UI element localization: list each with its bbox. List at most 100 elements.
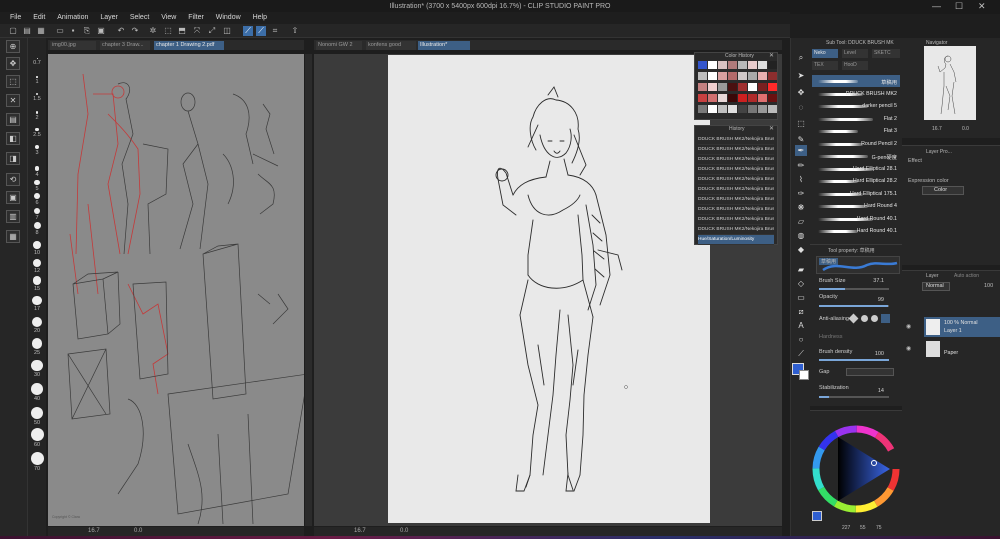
opacity-slider[interactable] <box>819 305 889 307</box>
selection-icon[interactable]: ⬚ <box>6 75 20 88</box>
brush-size-dot-5[interactable] <box>35 145 39 149</box>
move-icon[interactable]: ✥ <box>6 57 20 70</box>
menu-filter[interactable]: Filter <box>188 14 204 21</box>
opacity-value[interactable]: 99 <box>878 297 884 303</box>
history-item[interactable]: DDUCK BRUSH MK2/Nekojira Brush Se... <box>698 185 774 195</box>
color-value-v[interactable]: 75 <box>876 525 882 531</box>
brush-size-dot-4[interactable] <box>35 127 39 131</box>
tab-main-1[interactable]: Nonomi GW 2 <box>316 41 362 50</box>
layer-opacity-value[interactable]: 100 <box>984 283 993 289</box>
wheel-main-color[interactable] <box>812 511 822 521</box>
history-item[interactable]: DDUCK BRUSH MK2/Nekojira Brush Se... <box>698 225 774 235</box>
color-swatch[interactable] <box>728 94 737 102</box>
history-item[interactable]: DDUCK BRUSH MK2/Nekojira Brush Se... <box>698 195 774 205</box>
layer-row-layer1[interactable]: 100 % Normal Layer 1 <box>924 317 1000 337</box>
brush-size-18[interactable]: 40 <box>28 396 46 402</box>
frame-icon[interactable]: ▣ <box>6 191 20 204</box>
brush-size-12[interactable]: 12 <box>28 268 46 274</box>
brush-size-dot-17[interactable] <box>31 359 43 371</box>
stabilization-slider[interactable] <box>819 396 889 398</box>
brush-tool-icon[interactable]: ⌇ <box>795 174 807 185</box>
layer-row-paper[interactable]: Paper <box>924 339 1000 359</box>
new-icon[interactable]: ▢ <box>8 26 18 36</box>
color-swatch[interactable] <box>768 94 777 102</box>
redo-icon[interactable]: ↷ <box>130 26 140 36</box>
brush-size-dot-0[interactable] <box>36 58 38 59</box>
brush-density-slider[interactable] <box>819 359 889 361</box>
color-swatch[interactable] <box>718 72 727 80</box>
color-swatch[interactable] <box>738 105 747 113</box>
reference-canvas[interactable]: Copyright © Clara <box>48 54 304 526</box>
color-swatch[interactable] <box>728 61 737 69</box>
brush-size-2[interactable]: 1.5 <box>28 96 46 102</box>
invert-selection-icon[interactable]: ⬒ <box>177 26 187 36</box>
brush-size-dot-9[interactable] <box>33 207 41 214</box>
brush-item[interactable]: Hard Elliptical 175.1 <box>812 188 900 200</box>
color-swatch[interactable] <box>728 72 737 80</box>
color-swatch[interactable] <box>768 83 777 91</box>
snap-special-ruler-icon[interactable]: ⟋ <box>256 26 266 36</box>
brush-size-0[interactable]: 0.7 <box>28 60 46 66</box>
color-icon[interactable]: ◨ <box>6 152 20 165</box>
color-swatch[interactable] <box>728 83 737 91</box>
color-value-s[interactable]: 55 <box>860 525 866 531</box>
subtool-group-hood[interactable]: HooD <box>842 61 868 70</box>
palette-icon[interactable]: ▦ <box>6 230 20 243</box>
menu-help[interactable]: Help <box>253 14 267 21</box>
brush-size-4[interactable]: 2.5 <box>28 132 46 138</box>
brush-size-6[interactable]: 4 <box>28 172 46 178</box>
frame-tool-icon[interactable]: ▭ <box>795 292 807 303</box>
color-swatch[interactable] <box>738 61 747 69</box>
brush-size-17[interactable]: 30 <box>28 372 46 378</box>
color-swatch[interactable] <box>748 72 757 80</box>
operation-tool-icon[interactable]: ➤ <box>795 70 807 81</box>
color-swatch[interactable] <box>718 94 727 102</box>
color-swatch[interactable] <box>698 72 707 80</box>
subtool-group-tex[interactable]: TEX <box>812 61 838 70</box>
history-close-icon[interactable]: ✕ <box>769 125 774 132</box>
sub-color-swatch[interactable] <box>799 370 809 380</box>
brush-size-dot-13[interactable] <box>32 276 42 285</box>
zoom-tool-icon[interactable]: ⌕ <box>795 52 807 63</box>
menu-file[interactable]: File <box>10 14 21 21</box>
brush-size-dot-1[interactable] <box>36 76 38 78</box>
color-history-close-icon[interactable]: ✕ <box>769 52 774 59</box>
move-layer-tool-icon[interactable]: ✥ <box>795 87 807 98</box>
color-swatch[interactable] <box>748 94 757 102</box>
clear-icon[interactable]: ▭ <box>55 26 65 36</box>
color-swatch[interactable] <box>718 105 727 113</box>
transform-icon[interactable]: ⤧ <box>192 26 202 36</box>
decoration-tool-icon[interactable]: ❋ <box>795 202 807 213</box>
brush-size-dot-2[interactable] <box>35 92 39 95</box>
color-swatch[interactable] <box>718 61 727 69</box>
minimize-button[interactable]: — <box>932 1 941 11</box>
brush-size-9[interactable]: 7 <box>28 215 46 221</box>
brush-item[interactable]: Round Pencil 2 <box>812 138 900 150</box>
brush-size-7[interactable]: 5 <box>28 186 46 192</box>
color-swatch[interactable] <box>728 105 737 113</box>
brush-size-1[interactable]: 1 <box>28 79 46 85</box>
history-item[interactable]: DDUCK BRUSH MK2/Nekojira Brush Se... <box>698 215 774 225</box>
left-zoom-value[interactable]: 16.7 <box>88 528 100 534</box>
brush-size-15[interactable]: 20 <box>28 328 46 334</box>
color-swatch[interactable] <box>768 105 777 113</box>
brush-size-3[interactable]: 2 <box>28 115 46 121</box>
subtool-group-sketch[interactable]: SKETC <box>872 49 900 58</box>
main-angle-value[interactable]: 0.0 <box>400 528 408 534</box>
menu-window[interactable]: Window <box>216 14 241 21</box>
tab-left-2[interactable]: chapter 3 Draw... <box>100 41 150 50</box>
brush-item[interactable]: Flat 2 <box>812 113 900 125</box>
lasso-tool-icon[interactable]: ◌ <box>795 102 807 113</box>
color-swatch[interactable] <box>708 61 717 69</box>
color-swatch[interactable] <box>748 105 757 113</box>
brush-size-16[interactable]: 25 <box>28 350 46 356</box>
color-swatch[interactable] <box>768 61 777 69</box>
brush-size-dot-7[interactable] <box>34 179 40 185</box>
color-swatch[interactable] <box>708 83 717 91</box>
brush-size-21[interactable]: 70 <box>28 466 46 472</box>
pen-tool-icon[interactable]: ✒ <box>795 145 807 156</box>
brush-size-dot-15[interactable] <box>32 317 42 327</box>
illustration-canvas[interactable] <box>388 55 710 523</box>
blend-mode-dropdown[interactable]: Normal <box>922 282 950 291</box>
paste-icon[interactable]: ▣ <box>96 26 106 36</box>
